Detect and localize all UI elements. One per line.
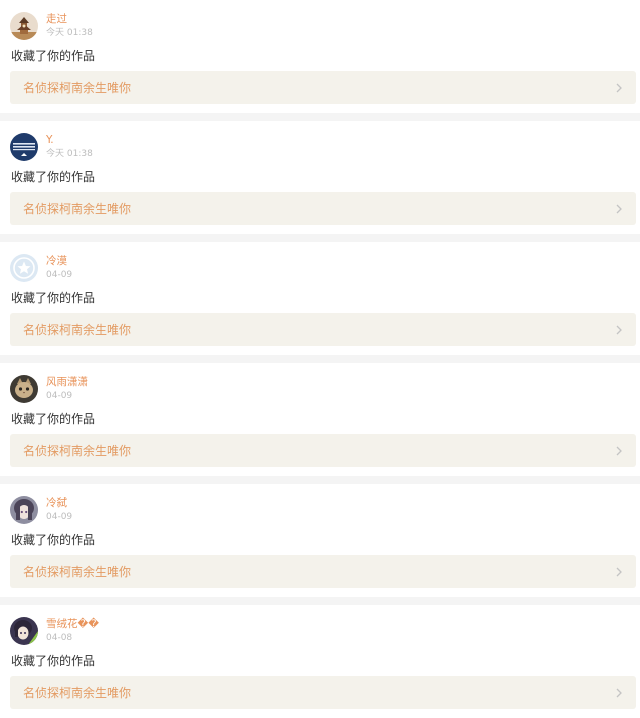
work-link[interactable]: 名侦探柯南余生唯你 — [10, 192, 636, 225]
avatar[interactable] — [10, 12, 38, 40]
chevron-right-icon — [614, 82, 624, 94]
avatar-pagoda-icon — [10, 12, 38, 40]
username[interactable]: 风雨潇潇 — [46, 376, 88, 389]
notification-card: 雪绒花�� 04-08 收藏了你的作品 名侦探柯南余生唯你 — [0, 605, 640, 718]
username[interactable]: 冷漠 — [46, 255, 67, 268]
notification-card: Y. 今天 01:38 收藏了你的作品 名侦探柯南余生唯你 — [0, 121, 640, 234]
chevron-right-icon — [614, 566, 624, 578]
timestamp: 今天 01:38 — [46, 28, 93, 38]
avatar[interactable] — [10, 254, 38, 282]
action-text: 收藏了你的作品 — [11, 291, 96, 305]
username[interactable]: Y. — [46, 134, 54, 147]
work-link[interactable]: 名侦探柯南余生唯你 — [10, 313, 636, 346]
avatar-default-star-icon — [10, 254, 38, 282]
username[interactable]: 雪绒花�� — [46, 618, 99, 631]
chevron-right-icon — [614, 324, 624, 336]
timestamp: 今天 01:38 — [46, 149, 93, 159]
action-text: 收藏了你的作品 — [11, 654, 96, 668]
avatar[interactable] — [10, 133, 38, 161]
avatar[interactable] — [10, 617, 38, 645]
work-link[interactable]: 名侦探柯南余生唯你 — [10, 555, 636, 588]
notification-card: 走过 今天 01:38 收藏了你的作品 名侦探柯南余生唯你 — [0, 0, 640, 113]
chevron-right-icon — [614, 203, 624, 215]
action-text: 收藏了你的作品 — [11, 170, 96, 184]
work-title: 名侦探柯南余生唯你 — [23, 81, 132, 95]
work-link[interactable]: 名侦探柯南余生唯你 — [10, 71, 636, 104]
avatar-anime-boy-icon — [10, 617, 38, 645]
action-text: 收藏了你的作品 — [11, 412, 96, 426]
notification-card: 风雨潇潇 04-09 收藏了你的作品 名侦探柯南余生唯你 — [0, 363, 640, 476]
avatar-cat-icon — [10, 375, 38, 403]
timestamp: 04-09 — [46, 391, 73, 401]
work-link[interactable]: 名侦探柯南余生唯你 — [10, 676, 636, 709]
notification-card: 冷漠 04-09 收藏了你的作品 名侦探柯南余生唯你 — [0, 242, 640, 355]
work-title: 名侦探柯南余生唯你 — [23, 686, 132, 700]
work-title: 名侦探柯南余生唯你 — [23, 565, 132, 579]
action-text: 收藏了你的作品 — [11, 49, 96, 63]
avatar-anime-girl-icon — [10, 496, 38, 524]
chevron-right-icon — [614, 445, 624, 457]
username[interactable]: 冷弑 — [46, 497, 67, 510]
work-title: 名侦探柯南余生唯你 — [23, 202, 132, 216]
chevron-right-icon — [614, 687, 624, 699]
action-text: 收藏了你的作品 — [11, 533, 96, 547]
work-link[interactable]: 名侦探柯南余生唯你 — [10, 434, 636, 467]
work-title: 名侦探柯南余生唯你 — [23, 323, 132, 337]
avatar[interactable] — [10, 375, 38, 403]
timestamp: 04-09 — [46, 270, 73, 280]
timestamp: 04-09 — [46, 512, 73, 522]
avatar-navy-circle-icon — [10, 133, 38, 161]
notification-card: 冷弑 04-09 收藏了你的作品 名侦探柯南余生唯你 — [0, 484, 640, 597]
timestamp: 04-08 — [46, 633, 73, 643]
username[interactable]: 走过 — [46, 13, 67, 26]
work-title: 名侦探柯南余生唯你 — [23, 444, 132, 458]
avatar[interactable] — [10, 496, 38, 524]
